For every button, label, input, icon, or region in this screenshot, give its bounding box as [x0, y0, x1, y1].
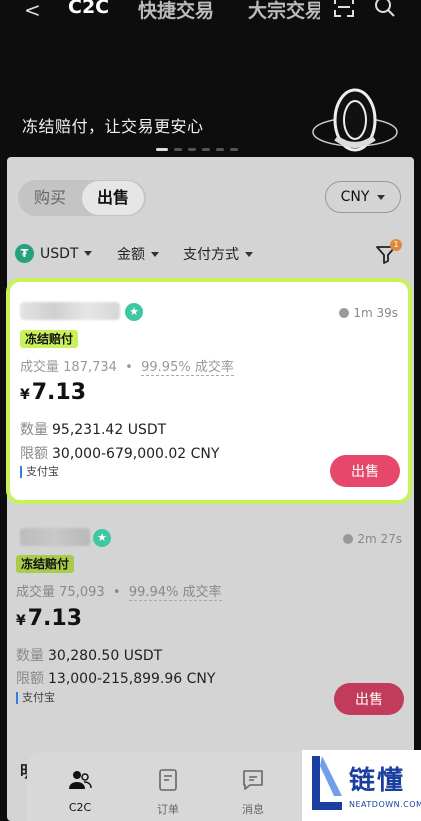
sell-button[interactable]: 出售 — [330, 455, 400, 487]
response-time-value: 2m 27s — [357, 532, 402, 546]
response-time: 1m 39s — [339, 306, 398, 320]
currency-symbol: ¥ — [16, 613, 26, 629]
quantity-value: 30,280.50 USDT — [48, 648, 163, 664]
clock-icon — [343, 534, 354, 544]
price: ¥7.13 — [16, 606, 82, 631]
freeze-compensation-tag: 冻结赔付 — [16, 555, 75, 573]
filter-bar: ₮ USDT 金额 支付方式 1 — [15, 239, 405, 267]
tab-block-trade[interactable]: 大宗交易 — [248, 0, 320, 23]
promo-banner[interactable]: 冻结赔付，让交易更安心 — [0, 30, 421, 155]
volume-label: 成交量 — [16, 585, 56, 600]
quantity-row: 数量 30,280.50 USDT — [16, 645, 162, 665]
limit-value: 30,000-679,000.02 CNY — [52, 446, 220, 462]
completion-rate[interactable]: 99.94% 成交率 — [128, 585, 222, 601]
response-time-value: 1m 39s — [353, 306, 398, 320]
amount-filter[interactable]: 金额 — [117, 244, 159, 264]
response-time: 2m 27s — [343, 532, 402, 546]
banner-page-indicator — [156, 148, 238, 151]
watermark-url: NEATDOWN.COM — [349, 800, 421, 809]
freeze-compensation-tag: 冻结赔付 — [20, 330, 79, 348]
ad-card[interactable]: ★ 1m 39s 冻结赔付 成交量 187,734 • 99.95% 成交率 ¥… — [6, 278, 412, 504]
price-value: 7.13 — [27, 606, 83, 631]
quantity-label: 数量 — [16, 648, 44, 664]
back-icon[interactable]: < — [24, 0, 41, 22]
limit-label: 限额 — [16, 671, 44, 687]
search-icon[interactable] — [374, 0, 396, 18]
quantity-row: 数量 95,231.42 USDT — [20, 419, 166, 439]
payment-method: 支付宝 — [20, 466, 59, 478]
watermark-logo: 链懂 NEATDOWN.COM — [302, 750, 421, 821]
usdt-icon: ₮ — [15, 244, 34, 263]
nav-orders-label: 订单 — [157, 803, 179, 816]
price-value: 7.13 — [31, 380, 87, 405]
currency-symbol: ¥ — [20, 387, 30, 403]
volume-value: 75,093 — [59, 585, 105, 600]
currency-select[interactable]: CNY — [325, 181, 401, 213]
scan-icon[interactable] — [333, 0, 355, 18]
watermark-text: 链懂 — [349, 766, 406, 796]
nav-orders[interactable]: 订单 — [143, 768, 193, 817]
ad-card[interactable]: ★ 2m 27s 冻结赔付 成交量 75,093 • 99.94% 成交率 ¥7… — [6, 518, 412, 723]
nav-c2c-label: C2C — [68, 801, 92, 814]
sell-tab[interactable]: 出售 — [82, 181, 144, 215]
asset-filter[interactable]: ₮ USDT — [15, 244, 93, 263]
merchant-name-blurred[interactable] — [20, 528, 90, 546]
volume-label: 成交量 — [20, 360, 60, 375]
tab-c2c[interactable]: C2C — [68, 0, 109, 18]
verified-icon: ★ — [125, 303, 143, 321]
quantity-label: 数量 — [20, 422, 48, 438]
user-group-icon — [69, 771, 92, 789]
clock-icon — [339, 308, 350, 318]
amount-filter-label: 金额 — [117, 247, 145, 263]
buy-sell-toggle: 购买 出售 — [18, 180, 146, 216]
currency-label: CNY — [340, 189, 370, 205]
quantity-value: 95,231.42 USDT — [52, 422, 167, 438]
nav-messages-label: 消息 — [242, 803, 264, 816]
tab-quick-trade[interactable]: 快捷交易 — [138, 0, 214, 23]
filter-count-badge: 1 — [390, 239, 402, 251]
price: ¥7.13 — [20, 380, 86, 405]
payment-method: 支付宝 — [16, 692, 55, 704]
chevron-down-icon — [377, 194, 386, 200]
neatdown-logo-icon — [312, 756, 342, 810]
limit-row: 限额 30,000-679,000.02 CNY — [20, 443, 219, 463]
buy-tab[interactable]: 购买 — [18, 180, 82, 216]
nav-c2c[interactable]: C2C — [55, 768, 105, 814]
top-bar: < C2C 快捷交易 大宗交易 — [0, 0, 421, 30]
limit-row: 限额 13,000-215,899.96 CNY — [16, 668, 215, 688]
merchant-stats: 成交量 187,734 • 99.95% 成交率 — [20, 360, 234, 376]
payment-filter[interactable]: 支付方式 — [183, 244, 253, 264]
verified-icon: ★ — [93, 529, 111, 547]
volume-value: 187,734 — [63, 360, 117, 375]
limit-label: 限额 — [20, 446, 48, 462]
advanced-filter-button[interactable]: 1 — [375, 239, 402, 267]
banner-text: 冻结赔付，让交易更安心 — [22, 117, 204, 136]
chevron-down-icon — [84, 251, 93, 256]
asset-filter-label: USDT — [40, 245, 79, 262]
payment-filter-label: 支付方式 — [183, 247, 239, 263]
sell-button[interactable]: 出售 — [334, 683, 404, 715]
chevron-down-icon — [151, 251, 159, 257]
limit-value: 13,000-215,899.96 CNY — [48, 671, 216, 687]
completion-rate[interactable]: 99.95% 成交率 — [141, 360, 234, 376]
merchant-name-blurred[interactable] — [20, 302, 120, 320]
message-icon — [243, 770, 263, 790]
chevron-down-icon — [245, 251, 253, 257]
merchant-stats: 成交量 75,093 • 99.94% 成交率 — [16, 585, 222, 601]
order-icon — [159, 769, 177, 791]
nav-messages[interactable]: 消息 — [228, 768, 278, 817]
